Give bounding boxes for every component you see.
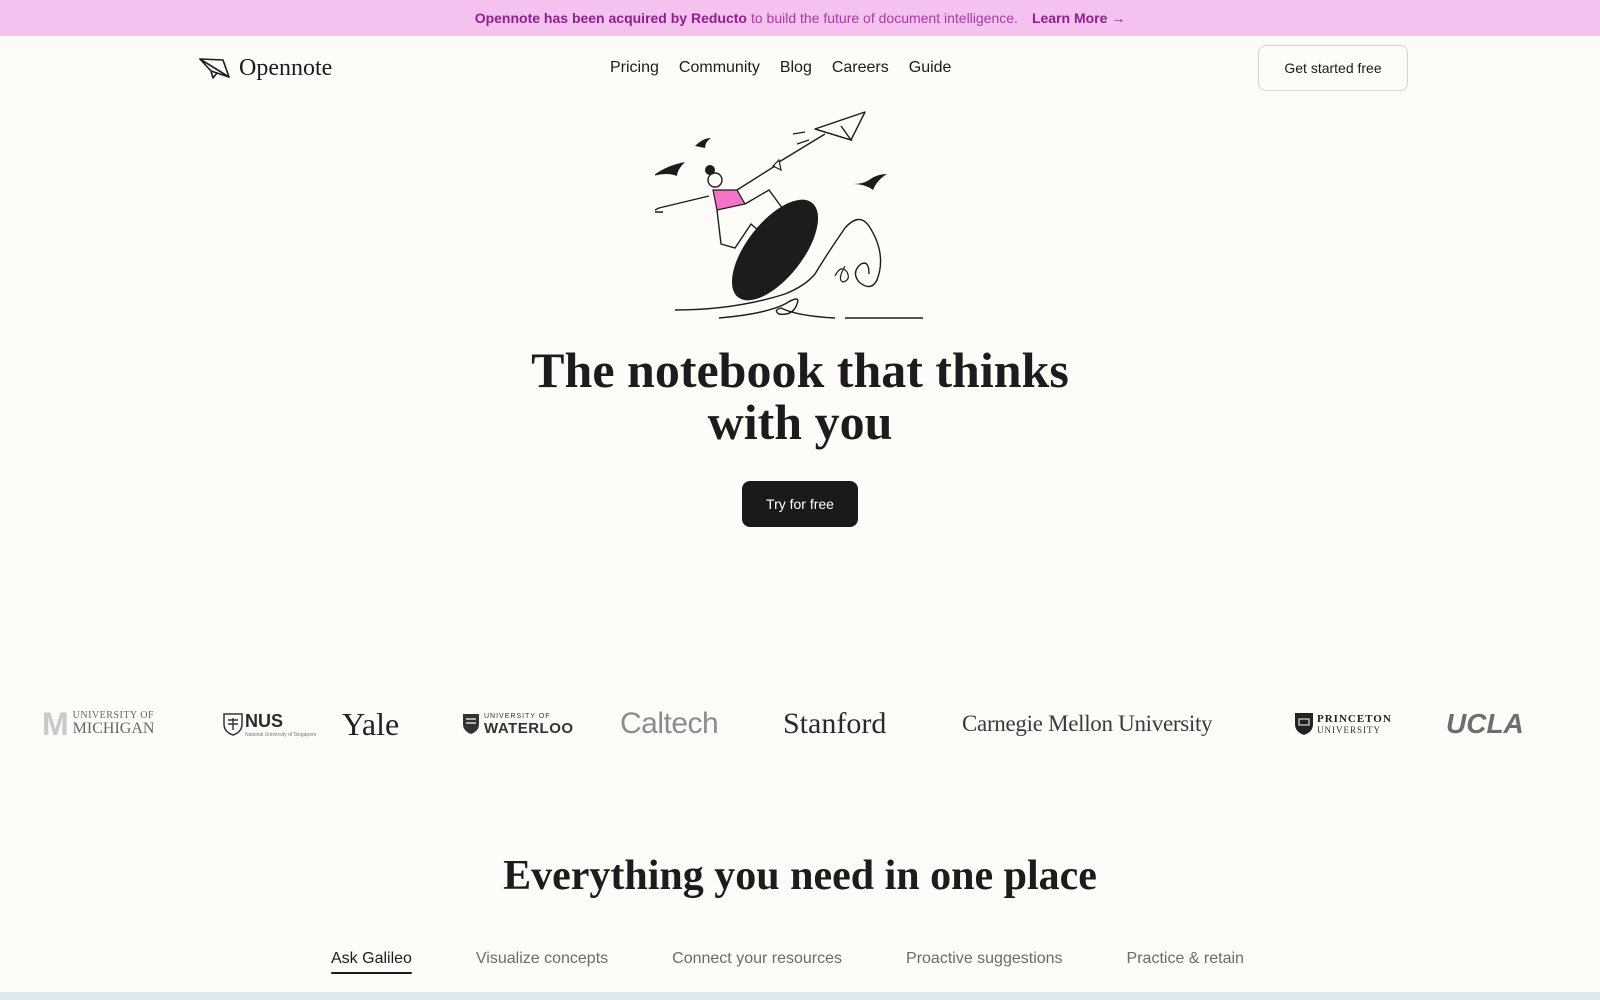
hero-title-line-1: The notebook that thinks (531, 342, 1069, 398)
logo-waterloo: UNIVERSITY OF WATERLOO (462, 700, 574, 748)
cmu-wordmark: Carnegie Mellon University (962, 711, 1213, 736)
yale-wordmark: Yale (342, 705, 400, 742)
princeton-shield-icon (1295, 713, 1313, 735)
feature-preview-edge (0, 992, 1600, 1000)
nav-blog[interactable]: Blog (780, 59, 812, 77)
waterloo-shield-icon (463, 714, 479, 734)
logo-yale: Yale (342, 700, 399, 748)
logo-caltech: Caltech (620, 700, 719, 748)
banner-text: to build the future of document intellig… (750, 10, 1018, 26)
tab-visualize-concepts[interactable]: Visualize concepts (476, 950, 608, 974)
hero-title: The notebook that thinks with you (400, 344, 1200, 448)
site-header: Opennote Pricing Community Blog Careers … (0, 36, 1600, 100)
nav-pricing[interactable]: Pricing (610, 59, 659, 77)
announcement-banner: Opennote has been acquired by Reducto to… (0, 0, 1600, 36)
surfer-illustration-icon (655, 111, 923, 319)
princeton-line-2: UNIVERSITY (1317, 724, 1381, 735)
michigan-line-2: MICHIGAN (72, 720, 155, 737)
logo-ucla: UCLA (1446, 700, 1524, 748)
tab-connect-resources[interactable]: Connect your resources (672, 950, 842, 974)
logo-carnegie-mellon: Carnegie Mellon University (962, 700, 1213, 748)
nus-name: NUS (245, 710, 284, 731)
logo-stanford: Stanford (783, 700, 886, 748)
logo-link[interactable]: Opennote (199, 50, 332, 86)
tab-ask-galileo[interactable]: Ask Galileo (331, 950, 412, 974)
hero-title-line-2: with you (707, 394, 893, 450)
learn-more-link[interactable]: Learn More → (1032, 10, 1125, 26)
nav-guide[interactable]: Guide (909, 59, 952, 77)
get-started-button[interactable]: Get started free (1258, 45, 1408, 91)
main-nav: Pricing Community Blog Careers Guide (610, 50, 951, 86)
nav-community[interactable]: Community (679, 59, 760, 77)
michigan-m-mark: M (42, 705, 69, 742)
ucla-wordmark: UCLA (1446, 708, 1524, 739)
nav-careers[interactable]: Careers (832, 59, 889, 77)
features-title: Everything you need in one place (503, 853, 1097, 899)
logo-university-of-michigan: M UNIVERSITY OF MICHIGAN (42, 700, 154, 748)
stanford-wordmark: Stanford (783, 707, 887, 740)
nus-crest-icon (223, 713, 243, 736)
logo-text: Opennote (239, 54, 333, 81)
princeton-line-1: PRINCETON (1317, 712, 1392, 725)
logo-princeton: PRINCETON UNIVERSITY (1294, 700, 1392, 748)
tab-proactive-suggestions[interactable]: Proactive suggestions (906, 950, 1063, 974)
feature-tabs: Ask Galileo Visualize concepts Connect y… (331, 950, 1244, 980)
nus-subtitle: National University of Singapore (245, 731, 317, 738)
caltech-wordmark: Caltech (620, 707, 719, 740)
tab-practice-retain[interactable]: Practice & retain (1127, 950, 1244, 974)
paper-plane-logo-icon (199, 58, 230, 79)
banner-headline: Opennote has been acquired by Reducto (474, 10, 747, 26)
waterloo-line-2: WATERLOO (484, 719, 574, 737)
logo-nus: NUS National University of Singapore (223, 700, 316, 748)
try-for-free-button[interactable]: Try for free (742, 481, 858, 527)
university-logos-strip: M UNIVERSITY OF MICHIGAN NUS National Un… (0, 700, 1600, 748)
